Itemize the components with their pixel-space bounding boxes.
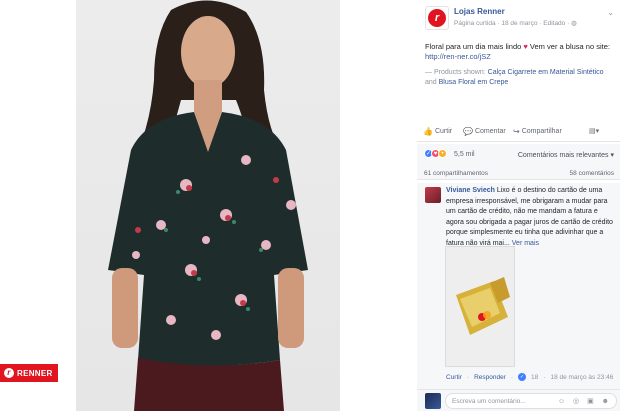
comment-sort-dropdown[interactable]: Comentários mais relevantes ▾ [518,151,614,159]
current-user-avatar [425,393,441,409]
renner-brand-badge: r RENNER [0,364,58,382]
comment-icon: 💬 [463,127,473,136]
comment-input-placeholder: Escreva um comentário... [452,398,526,405]
separator: · [466,373,470,381]
comment-attached-photo[interactable] [445,246,515,367]
comment-sort-label: Comentários mais relevantes [517,152,609,159]
see-more-link[interactable]: Ver mais [512,240,539,247]
photo-pane: r RENNER [0,0,417,411]
facebook-photo-viewer: r RENNER r Lojas Renner Página curtida ·… [0,0,620,411]
post-side-panel: r Lojas Renner Página curtida · 18 de ma… [417,0,620,411]
comment-input[interactable]: Escreva um comentário... ☺ ◎ ▣ ☻ [445,393,617,409]
like-button[interactable]: 👍 Curtir [423,127,452,136]
chevron-down-icon[interactable]: ⌄ [607,8,614,17]
reaction-count[interactable]: 5,5 mil [454,151,475,158]
write-comment-row: Escreva um comentário... ☺ ◎ ▣ ☻ [417,389,620,411]
emoji-camera-gif-sticker-icons[interactable]: ☺ ◎ ▣ ☻ [558,397,612,405]
post-text-cta: Vem ver a blusa no site: [527,42,610,51]
product-link-2[interactable]: Blusa Floral em Crepe [439,79,509,86]
comment-like-count[interactable]: 18 [531,374,538,381]
commenter-avatar[interactable] [425,187,441,203]
wow-reaction-icon: • [438,149,447,158]
post-header: r Lojas Renner Página curtida · 18 de ma… [425,6,620,34]
commenter-name[interactable]: Viviane Sviech [446,187,495,194]
comment-button[interactable]: 💬 Comentar [463,127,506,136]
brand-badge-label: RENNER [17,368,53,378]
products-prefix: — Products shown: [425,69,488,76]
separator: · [510,373,514,381]
share-label: Compartilhar [521,128,562,135]
page-name-link[interactable]: Lojas Renner [454,7,505,16]
shares-comments-row: 61 compartilhamentos 58 comentários [417,166,620,180]
products-shown: — Products shown: Calça Cigarrete em Mat… [425,68,615,88]
thumbs-up-icon: 👍 [423,127,433,136]
renner-logo-icon: r [4,368,14,378]
comment-reply-link[interactable]: Responder [474,374,506,381]
post-link[interactable]: http://ren-ner.co/jSZ [425,52,491,61]
page-selector-icon: ▤▾ [589,128,600,135]
comment-text: Lixo é o destino do cartão de uma empres… [446,187,613,247]
page-avatar[interactable]: r [425,6,449,30]
reaction-icons[interactable]: ✓ ♥ • [424,149,447,158]
comment-like-link[interactable]: Curtir [446,374,462,381]
separator: · [543,373,546,381]
products-joiner: and [425,79,439,86]
comment-actions: Curtir · Responder · ✓ 18 · 18 de março … [446,373,613,381]
chevron-down-icon: ▾ [610,152,614,159]
shares-count[interactable]: 61 compartilhamentos [424,170,488,177]
comment-label: Comentar [474,128,506,135]
like-label: Curtir [434,128,453,135]
share-icon: ↪ [513,127,520,136]
comment-item: Viviane Sviech Lixo é o destino do cartã… [417,183,620,393]
post-meta: Página curtida · 18 de março · Editado ·… [454,19,577,27]
product-link-1[interactable]: Calça Cigarrete em Material Sintético [488,69,604,76]
post-message: Floral para um dia mais lindo ♥ Vem ver … [425,42,615,62]
reactions-summary: ✓ ♥ • 5,5 mil Comentários mais relevante… [417,144,620,166]
post-as-selector[interactable]: ▤▾ [589,127,599,135]
model-illustration [108,0,308,411]
product-photo[interactable] [76,0,340,411]
renner-logo-icon: r [428,9,446,27]
comment-body: Viviane Sviech Lixo é o destino do cartã… [446,186,616,249]
comment-timestamp[interactable]: 18 de março às 23:46 [550,374,613,381]
thumbs-up-icon: ✓ [518,373,527,381]
post-text-main: Floral para um dia mais lindo [425,42,522,51]
globe-icon: ◍ [571,20,577,27]
credit-card-photo [446,247,514,366]
post-actions-bar: 👍 Curtir 💬 Comentar ↪ Compartilhar ▤▾ [417,124,620,142]
post-meta-text: Página curtida · 18 de março · Editado · [454,20,572,27]
comments-count[interactable]: 58 comentários [570,170,614,177]
share-button[interactable]: ↪ Compartilhar [513,127,562,136]
